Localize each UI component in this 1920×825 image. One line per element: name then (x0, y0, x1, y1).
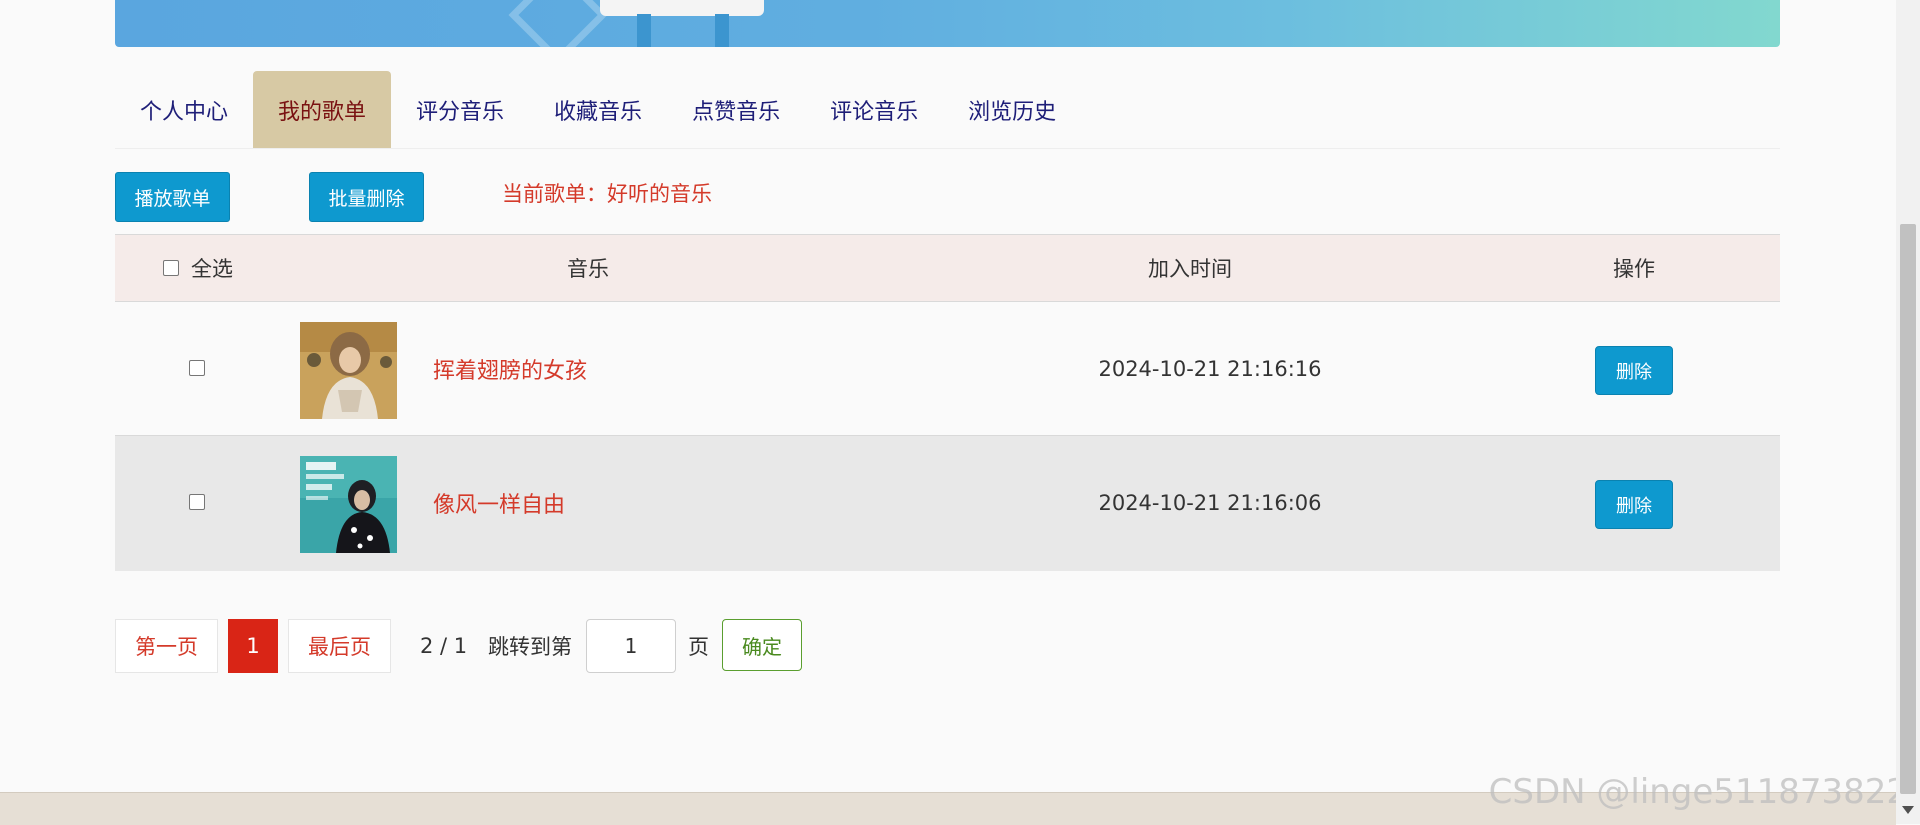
album-cover-image[interactable] (300, 322, 397, 419)
tab-browse-history[interactable]: 浏览历史 (943, 71, 1081, 148)
watermark-text: CSDN @linge511873822 (1488, 772, 1908, 812)
song-title-link[interactable]: 像风一样自由 (433, 436, 565, 570)
page-info: 2 / 1 (420, 634, 468, 658)
jump-label: 跳转到第 (488, 635, 572, 659)
tab-rated-music[interactable]: 评分音乐 (391, 71, 529, 148)
tab-personal-center[interactable]: 个人中心 (115, 71, 253, 148)
jump-page-input[interactable] (586, 619, 676, 673)
tab-my-playlist[interactable]: 我的歌单 (253, 71, 392, 148)
table-row: 像风一样自由 2024-10-21 21:16:06 删除 (115, 436, 1780, 571)
table-row: 挥着翅膀的女孩 2024-10-21 21:16:16 删除 (115, 302, 1780, 436)
select-all-cell: 全选 (163, 235, 233, 301)
album-cover-image[interactable] (300, 456, 397, 553)
added-time: 2024-10-21 21:16:06 (1098, 491, 1322, 515)
scroll-down-arrow-icon[interactable] (1902, 806, 1914, 814)
delete-button[interactable]: 删除 (1595, 346, 1673, 395)
header-actions: 操作 (1613, 257, 1655, 281)
last-page-button[interactable]: 最后页 (288, 619, 391, 673)
user-tabs: 个人中心 我的歌单 评分音乐 收藏音乐 点赞音乐 评论音乐 浏览历史 (115, 71, 1780, 149)
header-added-time: 加入时间 (1148, 257, 1232, 281)
tab-favorite-music[interactable]: 收藏音乐 (529, 71, 667, 148)
header-music: 音乐 (567, 257, 609, 281)
page-number-current[interactable]: 1 (228, 619, 278, 673)
select-all-checkbox[interactable] (163, 260, 179, 276)
current-playlist-text: 当前歌单：好听的音乐 (502, 182, 712, 206)
added-time: 2024-10-21 21:16:16 (1098, 357, 1322, 381)
row-checkbox[interactable] (189, 360, 205, 376)
batch-delete-button[interactable]: 批量删除 (309, 172, 424, 222)
first-page-button[interactable]: 第一页 (115, 619, 218, 673)
top-banner (115, 0, 1780, 47)
tab-liked-music[interactable]: 点赞音乐 (667, 71, 805, 148)
scrollbar-thumb[interactable] (1900, 224, 1916, 794)
row-checkbox[interactable] (189, 494, 205, 510)
banner-decoration (508, 0, 608, 47)
delete-button[interactable]: 删除 (1595, 480, 1673, 529)
current-playlist-label: 当前歌单：好听的音乐 (502, 178, 712, 208)
play-playlist-button[interactable]: 播放歌单 (115, 172, 230, 222)
confirm-jump-button[interactable]: 确定 (722, 619, 802, 671)
page-suffix-label: 页 (688, 635, 709, 659)
vertical-scrollbar[interactable] (1896, 0, 1920, 824)
banner-illustration-figure (637, 14, 729, 47)
tab-commented-music[interactable]: 评论音乐 (805, 71, 943, 148)
song-title-link[interactable]: 挥着翅膀的女孩 (433, 302, 587, 436)
table-header: 全选 音乐 加入时间 操作 (115, 234, 1780, 302)
select-all-label: 全选 (191, 257, 233, 281)
